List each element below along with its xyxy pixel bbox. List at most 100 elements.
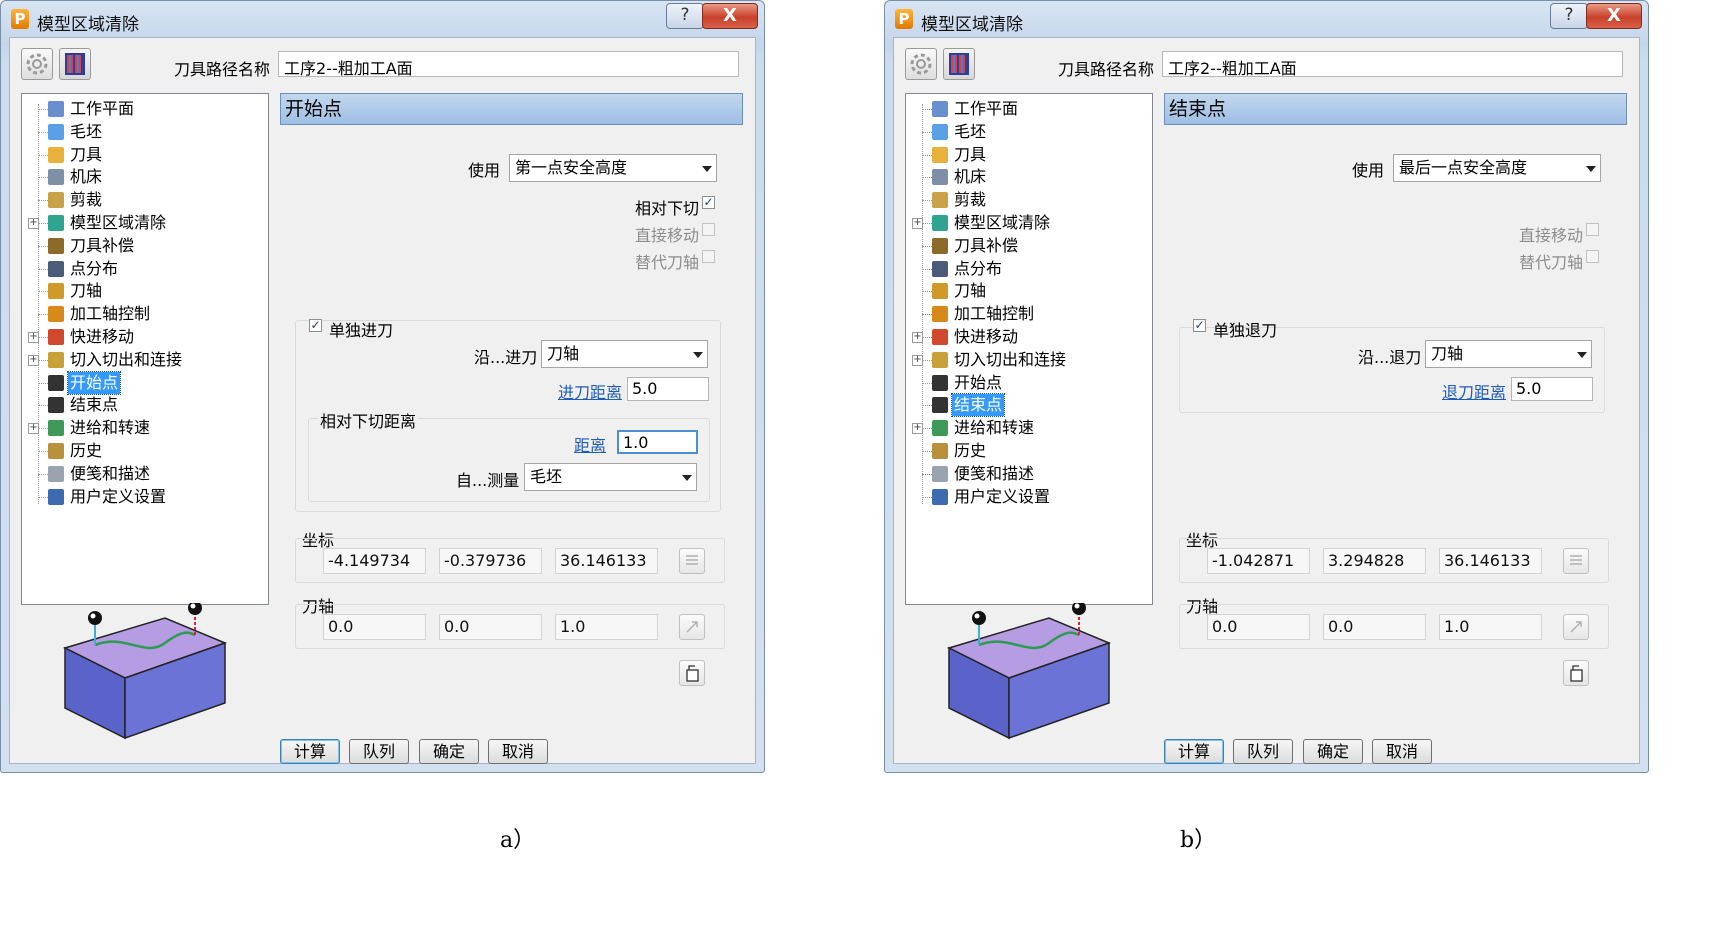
tree-item[interactable]: 开始点: [22, 370, 262, 395]
tree-item[interactable]: 工作平面: [22, 98, 262, 120]
expand-icon[interactable]: +: [912, 218, 923, 229]
calculate-button[interactable]: 计算: [1164, 739, 1224, 764]
expand-icon[interactable]: +: [912, 332, 923, 343]
tree-item[interactable]: 点分布: [22, 258, 262, 280]
expand-icon[interactable]: +: [28, 354, 39, 366]
tree-item[interactable]: 点分布: [906, 258, 1146, 280]
expand-icon[interactable]: +: [912, 423, 923, 435]
tree-item[interactable]: + 模型区域清除: [22, 212, 262, 234]
tree-item[interactable]: 用户定义设置: [906, 486, 1146, 508]
separate-approach-checkbox[interactable]: ✓: [309, 319, 322, 332]
tree-item[interactable]: 历史: [906, 440, 1146, 462]
separate-retract-checkbox[interactable]: ✓: [1193, 319, 1206, 332]
tree-item[interactable]: + 快进移动: [22, 326, 262, 348]
tree-item[interactable]: 刀具: [906, 144, 1146, 166]
help-button[interactable]: ?: [666, 3, 704, 29]
expand-icon[interactable]: +: [28, 332, 39, 343]
tree-item[interactable]: 剪裁: [906, 189, 1146, 211]
tree-item[interactable]: 刀具补偿: [906, 235, 1146, 257]
clipboard-button[interactable]: [679, 660, 705, 686]
axis-i-field[interactable]: 0.0: [323, 614, 426, 640]
axis-i-field[interactable]: 0.0: [1207, 614, 1310, 640]
tree-item[interactable]: + 切入切出和连接: [22, 349, 262, 371]
direct-move-checkbox[interactable]: [1586, 223, 1599, 236]
alternate-axis-checkbox[interactable]: [702, 250, 715, 263]
retract-distance-link[interactable]: 退刀距离: [1442, 379, 1506, 403]
distance-input[interactable]: 1.0: [617, 430, 698, 454]
tree-item[interactable]: 加工轴控制: [906, 303, 1146, 325]
tree-item[interactable]: 用户定义设置: [22, 486, 262, 508]
close-button[interactable]: X: [702, 3, 758, 29]
tree-item[interactable]: 毛坯: [906, 121, 1146, 143]
tree-item[interactable]: 历史: [22, 440, 262, 462]
strategy-gear-button[interactable]: [21, 48, 53, 80]
tree-item[interactable]: 结束点: [906, 393, 1146, 418]
settings-tree[interactable]: 工作平面 毛坯 刀具 机床 剪裁 + 模型区域清除 刀具补偿 点分布 刀轴 加工轴控制 + 快进移动 + 切…: [21, 93, 269, 605]
tree-item[interactable]: + 进给和转速: [22, 417, 262, 439]
tree-item[interactable]: 开始点: [906, 372, 1146, 394]
tree-item[interactable]: 刀具补偿: [22, 235, 262, 257]
coord-y-field[interactable]: 3.294828: [1323, 548, 1426, 574]
toolpath-name-input[interactable]: 工序2--粗加工A面: [278, 51, 739, 78]
retract-distance-input[interactable]: 5.0: [1511, 377, 1593, 401]
coord-z-field[interactable]: 36.146133: [1439, 548, 1542, 574]
coord-list-button[interactable]: [679, 548, 705, 574]
coord-x-field[interactable]: -4.149734: [323, 548, 426, 574]
approach-distance-input[interactable]: 5.0: [627, 377, 709, 401]
axis-j-field[interactable]: 0.0: [1323, 614, 1426, 640]
coord-list-button[interactable]: [1563, 548, 1589, 574]
close-button[interactable]: X: [1586, 3, 1642, 29]
tree-item[interactable]: 刀轴: [906, 280, 1146, 302]
cancel-button[interactable]: 取消: [488, 739, 548, 764]
settings-tree[interactable]: 工作平面 毛坯 刀具 机床 剪裁 + 模型区域清除 刀具补偿 点分布 刀轴 加工轴控制 + 快进移动 + 切…: [905, 93, 1153, 605]
tree-item[interactable]: 机床: [906, 166, 1146, 188]
coord-x-field[interactable]: -1.042871: [1207, 548, 1310, 574]
coord-z-field[interactable]: 36.146133: [555, 548, 658, 574]
use-select[interactable]: 第一点安全高度: [509, 154, 717, 182]
ok-button[interactable]: 确定: [1303, 739, 1363, 764]
expand-icon[interactable]: +: [28, 218, 39, 229]
direct-move-checkbox[interactable]: [702, 223, 715, 236]
calculate-button[interactable]: 计算: [280, 739, 340, 764]
toolpath-name-input[interactable]: 工序2--粗加工A面: [1162, 51, 1623, 78]
along-retract-select[interactable]: 刀轴: [1425, 340, 1592, 368]
relative-plunge-checkbox[interactable]: ✓: [702, 196, 715, 209]
coord-y-field[interactable]: -0.379736: [439, 548, 542, 574]
axis-direction-button[interactable]: [679, 614, 705, 640]
tree-item[interactable]: 剪裁: [22, 189, 262, 211]
distance-link[interactable]: 距离: [574, 432, 606, 456]
axis-k-field[interactable]: 1.0: [1439, 614, 1542, 640]
title-bar[interactable]: P 模型区域清除 ? X: [1, 1, 764, 37]
approach-distance-link[interactable]: 进刀距离: [558, 379, 622, 403]
cancel-button[interactable]: 取消: [1372, 739, 1432, 764]
axis-k-field[interactable]: 1.0: [555, 614, 658, 640]
queue-button[interactable]: 队列: [349, 739, 409, 764]
tree-item[interactable]: 机床: [22, 166, 262, 188]
clipboard-button[interactable]: [1563, 660, 1589, 686]
expand-icon[interactable]: +: [28, 423, 39, 435]
axis-j-field[interactable]: 0.0: [439, 614, 542, 640]
ok-button[interactable]: 确定: [419, 739, 479, 764]
strategy-gear-button[interactable]: [905, 48, 937, 80]
queue-button[interactable]: 队列: [1233, 739, 1293, 764]
tree-item[interactable]: 结束点: [22, 394, 262, 416]
tree-item[interactable]: + 切入切出和连接: [906, 349, 1146, 371]
tree-item[interactable]: 工作平面: [906, 98, 1146, 120]
toolpath-display-button[interactable]: [59, 48, 91, 80]
tree-item[interactable]: 便笺和描述: [22, 463, 262, 485]
along-approach-select[interactable]: 刀轴: [541, 340, 708, 368]
use-select[interactable]: 最后一点安全高度: [1393, 154, 1601, 182]
tree-item[interactable]: 便笺和描述: [906, 463, 1146, 485]
tree-item[interactable]: 毛坯: [22, 121, 262, 143]
alternate-axis-checkbox[interactable]: [1586, 250, 1599, 263]
axis-direction-button[interactable]: [1563, 614, 1589, 640]
expand-icon[interactable]: +: [912, 354, 923, 366]
toolpath-display-button[interactable]: [943, 48, 975, 80]
help-button[interactable]: ?: [1550, 3, 1588, 29]
measure-from-select[interactable]: 毛坯: [524, 463, 697, 491]
tree-item[interactable]: 加工轴控制: [22, 303, 262, 325]
tree-item[interactable]: 刀具: [22, 144, 262, 166]
tree-item[interactable]: + 快进移动: [906, 326, 1146, 348]
tree-item[interactable]: + 进给和转速: [906, 417, 1146, 439]
tree-item[interactable]: + 模型区域清除: [906, 212, 1146, 234]
